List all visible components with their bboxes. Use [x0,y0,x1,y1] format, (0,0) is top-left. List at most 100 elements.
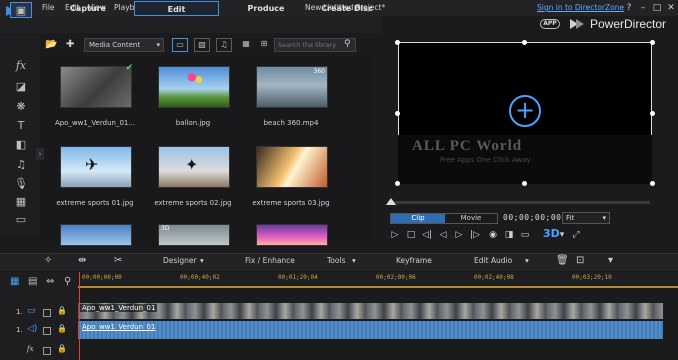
track-lock-icon[interactable]: 🔒 [57,344,67,353]
next-frame-icon[interactable]: |▷ [469,229,481,241]
track-enable-checkbox[interactable] [43,347,51,355]
collapse-panel-icon[interactable]: › [36,148,44,160]
close-icon[interactable]: ✕ [664,2,678,14]
image-filter-icon[interactable]: ▨ [194,38,210,52]
subtitle-room-icon[interactable]: ▭ [10,212,32,228]
stop-icon[interactable]: □ [405,229,417,241]
media-label: beach 360.mp4 [263,119,319,127]
transition-room-icon[interactable]: ◧ [10,137,32,153]
zoom-fit-select[interactable]: Fit ▾ [562,212,610,224]
minimize-icon[interactable]: – [636,2,650,14]
chevron-down-icon[interactable]: ▾ [352,256,356,265]
preview-scrubber-track[interactable] [388,201,650,204]
effect-room-icon[interactable]: fx [10,58,32,74]
3d-dropdown-icon[interactable]: ▾ [556,229,568,241]
previous-frame-icon[interactable]: ◁| [421,229,433,241]
app-badge[interactable]: APP [540,19,560,29]
video-track-number: 1. [16,308,23,316]
resize-handle[interactable] [650,111,655,116]
tab-create-disc[interactable]: Create Disc [316,1,378,16]
step-forward-icon[interactable]: ▷ [453,229,465,241]
movie-mode-button[interactable]: Movie [445,214,497,223]
media-thumb[interactable]: 3D [158,224,230,246]
chapter-room-icon[interactable]: ▦ [10,194,32,210]
media-thumb-beach360[interactable]: 360 [256,66,328,108]
tab-edit[interactable]: Edit [134,1,219,16]
ruler-tick: 00;02;00;06 [376,274,416,281]
magic-wand-icon[interactable]: ✧ [44,255,52,266]
keyframe-button[interactable]: Keyframe [396,256,432,265]
media-filter-select[interactable]: Media Content ▾ [84,38,164,52]
audio-mixing-icon[interactable]: ♫ [10,157,32,173]
storyboard-view-icon[interactable]: ▤ [28,276,37,287]
details-view-icon[interactable]: ⊞ [256,38,272,52]
edit-audio-button[interactable]: Edit Audio [474,256,512,265]
signin-link[interactable]: Sign in to DirectorZone [537,3,624,12]
chevron-down-icon: ▾ [602,214,606,222]
timeline-playhead[interactable] [79,272,80,360]
clip-mode-button[interactable]: Clip [391,214,445,223]
resize-handle[interactable] [395,40,400,45]
add-media-plus-icon[interactable]: + [509,95,541,127]
search-icon[interactable]: ⚲ [344,39,351,49]
video-filter-icon[interactable]: ▭ [172,38,188,52]
pip-room-icon[interactable]: ◪ [10,79,32,95]
track-lock-icon[interactable]: 🔒 [57,306,67,315]
help-icon[interactable]: ? [622,2,636,14]
tools-button[interactable]: Tools [327,256,345,265]
resize-handle[interactable] [522,181,527,186]
grid-view-icon[interactable]: ▦ [238,38,254,52]
video-clip[interactable] [78,303,663,319]
track-enable-checkbox[interactable] [43,327,51,335]
import-media-icon[interactable]: 📂 [45,39,57,50]
track-enable-checkbox[interactable] [43,309,51,317]
media-thumb[interactable] [256,224,328,246]
designer-button[interactable]: Designer [163,256,197,265]
work-area-bar[interactable] [78,286,678,288]
split-ripple-icon[interactable]: ⇹ [78,255,86,266]
voiceover-icon[interactable]: 🎙 [10,176,32,192]
bike-silhouette: ✈ [85,155,99,174]
more-options-icon[interactable]: ▾ [608,255,613,266]
step-back-icon[interactable]: ◁ [437,229,449,241]
media-room-icon[interactable]: ▣ [10,2,32,18]
chevron-down-icon[interactable]: ▾ [200,256,204,265]
media-thumb-extreme01[interactable]: ✈ [60,146,132,188]
play-icon[interactable]: ▷ [389,229,401,241]
audio-clip[interactable] [78,321,663,339]
title-room-icon[interactable]: T [10,118,32,134]
split-scissors-icon[interactable]: ✂ [114,255,122,266]
resize-handle[interactable] [522,40,527,45]
fix-enhance-button[interactable]: Fix / Enhance [245,256,295,265]
lock-icon[interactable]: ⚲ [64,276,71,287]
fullscreen-icon[interactable]: ⤢ [570,229,582,241]
tab-capture[interactable]: Capture [48,1,128,16]
audio-filter-icon[interactable]: ♫ [216,38,232,52]
badge-360: 360 [313,68,325,75]
snapshot-icon[interactable]: ◉ [487,229,499,241]
marker-icon[interactable]: ⊡ [576,255,584,266]
track-manager-icon[interactable]: ⇔ [46,276,54,287]
plugins-icon[interactable]: ✚ [66,39,74,50]
effect-track[interactable] [78,341,678,360]
media-thumb-extreme02[interactable]: ✦ [158,146,230,188]
resize-handle[interactable] [395,111,400,116]
media-thumb-extreme03[interactable] [256,146,328,188]
track-lock-icon[interactable]: 🔒 [57,324,67,333]
volume-icon[interactable]: ◨ [503,229,515,241]
scrubber-head-icon[interactable] [386,198,396,205]
media-thumb[interactable] [60,224,132,246]
trash-icon[interactable]: 🗑 [556,255,569,266]
maximize-icon[interactable]: □ [650,2,664,14]
media-thumb-verdun[interactable]: ✔ [60,63,133,108]
timecode-display[interactable]: 00;00;00;00 [503,213,561,222]
tab-produce[interactable]: Produce [226,1,306,16]
resize-handle[interactable] [395,181,400,186]
undock-icon[interactable]: ▭ [519,229,531,241]
media-thumb-ballon[interactable]: ● ● [158,66,230,108]
resize-handle[interactable] [650,181,655,186]
chevron-down-icon[interactable]: ▾ [525,256,529,265]
timeline-view-icon[interactable]: ▦ [10,276,19,287]
particle-room-icon[interactable]: ❋ [10,99,32,115]
resize-handle[interactable] [650,40,655,45]
